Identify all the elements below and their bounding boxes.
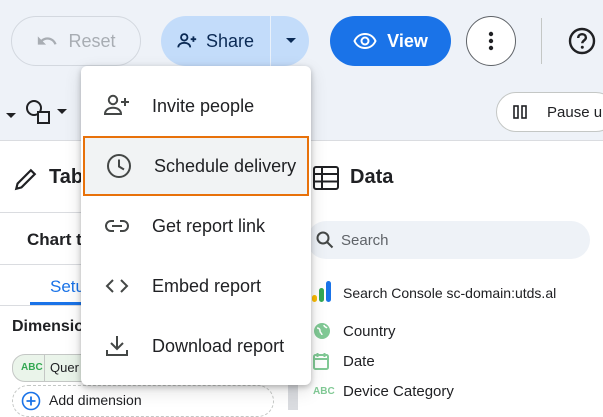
eye-icon (353, 29, 377, 53)
caret-down-icon (285, 37, 297, 45)
search-placeholder: Search (341, 231, 389, 249)
chip-divider (44, 355, 45, 381)
field-label: Country (343, 322, 396, 340)
menu-item-download-report[interactable]: Download report (81, 316, 311, 376)
menu-item-get-report-link[interactable]: Get report link (81, 196, 311, 256)
help-button[interactable] (568, 27, 596, 55)
pause-icon (513, 105, 527, 119)
search-icon (315, 230, 335, 250)
menu-item-label: Download report (152, 335, 285, 356)
pause-updates-button[interactable]: Pause up (496, 92, 603, 132)
menu-item-label: Schedule delivery (154, 155, 297, 176)
help-icon (568, 27, 596, 55)
pencil-icon (13, 166, 39, 197)
reset-label: Reset (68, 30, 116, 51)
field-label: Date (343, 352, 375, 370)
field-country[interactable]: Country (313, 322, 396, 340)
add-dimension-button[interactable]: Add dimension (12, 385, 274, 417)
calendar-icon (313, 352, 343, 370)
share-button-group: Share (161, 16, 309, 66)
menu-item-label: Get report link (152, 215, 266, 236)
menu-item-label: Embed report (152, 275, 262, 296)
field-device-category[interactable]: ABC Device Category (313, 383, 454, 400)
analytics-logo-icon (312, 281, 332, 308)
toolbar-caret-icon[interactable] (6, 107, 16, 125)
field-date[interactable]: Date (313, 352, 375, 370)
download-icon (103, 332, 131, 360)
person-add-icon (176, 30, 198, 52)
clock-icon (105, 152, 133, 180)
abc-icon: ABC (313, 386, 335, 397)
reset-button[interactable]: Reset (11, 16, 141, 66)
abc-icon: ABC (21, 362, 43, 373)
add-dimension-label: Add dimension (49, 392, 142, 408)
chip-label: Quer (50, 360, 79, 375)
data-source-name[interactable]: Search Console sc-domain:utds.al (343, 285, 556, 301)
field-label: Device Category (343, 383, 454, 400)
view-label: View (387, 30, 428, 51)
share-menu: Invite people Schedule delivery Get repo… (81, 66, 311, 385)
header-divider (541, 18, 542, 64)
add-circle-icon (21, 391, 41, 411)
share-dropdown-button[interactable] (270, 16, 309, 66)
menu-item-label: Invite people (152, 95, 255, 116)
view-button[interactable]: View (330, 16, 451, 66)
link-icon (103, 212, 131, 240)
menu-item-embed-report[interactable]: Embed report (81, 256, 311, 316)
data-panel-title: Data (350, 166, 394, 188)
menu-item-schedule-delivery[interactable]: Schedule delivery (83, 136, 309, 196)
person-add-icon (103, 92, 131, 120)
menu-item-invite-people[interactable]: Invite people (81, 76, 311, 136)
code-icon (103, 272, 131, 300)
table-icon (312, 164, 340, 197)
more-vert-icon (488, 31, 494, 51)
share-button[interactable]: Share (161, 16, 269, 66)
dimension-heading: Dimensio (12, 318, 85, 335)
panel-title: Tab (49, 166, 84, 188)
shape-tool-icon[interactable] (24, 99, 68, 130)
globe-icon (313, 322, 343, 340)
undo-icon (36, 30, 58, 52)
data-search-input[interactable]: Search (307, 221, 590, 259)
tab-setup[interactable]: Setu (50, 277, 85, 297)
share-label: Share (205, 30, 255, 51)
pause-label: Pause up (547, 103, 603, 121)
more-options-button[interactable] (466, 16, 516, 66)
